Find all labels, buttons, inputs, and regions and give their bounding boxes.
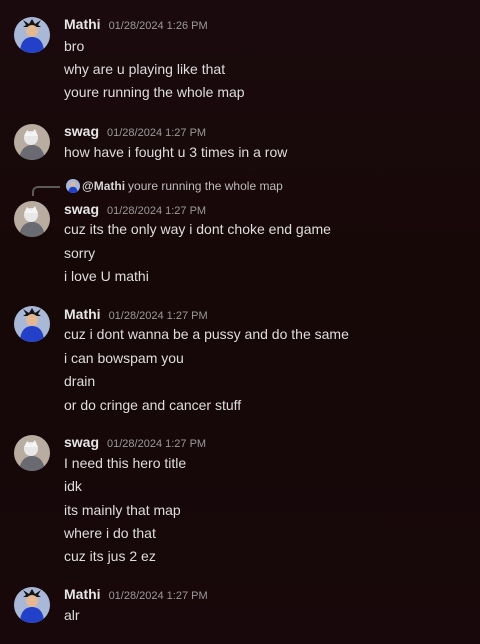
reply-mention[interactable]: @Mathi [82, 179, 125, 193]
reply-text: youre running the whole map [128, 179, 283, 193]
message-text: idk [64, 478, 82, 494]
timestamp: 01/28/2024 1:27 PM [108, 590, 208, 602]
timestamp: 01/28/2024 1:27 PM [108, 310, 208, 322]
username[interactable]: swag [64, 123, 99, 139]
timestamp: 01/28/2024 1:27 PM [107, 438, 207, 450]
message-text: cuz its jus 2 ez [64, 548, 156, 564]
message-text: alr [64, 607, 80, 623]
timestamp: 01/28/2024 1:26 PM [108, 20, 208, 32]
message-text: drain [64, 373, 96, 389]
avatar[interactable] [14, 435, 50, 471]
message-text: cuz i dont wanna be a pussy and do the s… [64, 326, 349, 342]
username[interactable]: Mathi [64, 306, 101, 322]
message-text: how have i fought u 3 times in a row [64, 144, 288, 160]
reply-preview[interactable]: @Mathi youre running the whole map [66, 179, 283, 193]
swag-avatar-icon [14, 201, 50, 237]
avatar[interactable] [14, 201, 50, 237]
swag-avatar-icon [14, 124, 50, 160]
mathi-avatar-icon [14, 587, 50, 623]
avatar[interactable] [14, 124, 50, 160]
avatar[interactable] [14, 306, 50, 342]
username[interactable]: Mathi [64, 16, 101, 32]
message-text: i love U mathi [64, 268, 149, 284]
message-text: where i do that [64, 525, 156, 541]
message-text: i can bowspam you [64, 350, 184, 366]
message-text: sorry [64, 245, 96, 261]
message-text: why are u playing like that [64, 61, 226, 77]
message-text: youre running the whole map [64, 84, 245, 100]
username[interactable]: Mathi [64, 586, 101, 602]
swag-avatar-icon [14, 435, 50, 471]
timestamp: 01/28/2024 1:27 PM [107, 127, 207, 139]
reply-connector [32, 186, 60, 196]
message-text: its mainly that map [64, 502, 181, 518]
mathi-avatar-icon [14, 17, 50, 53]
mathi-avatar-icon [14, 306, 50, 342]
message-text: bro [64, 38, 85, 54]
message-text: I need this hero title [64, 455, 187, 471]
avatar[interactable] [14, 587, 50, 623]
message-text: or do cringe and cancer stuff [64, 397, 242, 413]
username[interactable]: swag [64, 434, 99, 450]
timestamp: 01/28/2024 1:27 PM [107, 205, 207, 217]
message-text: cuz its the only way i dont choke end ga… [64, 221, 331, 237]
avatar[interactable] [14, 17, 50, 53]
username[interactable]: swag [64, 201, 99, 217]
mathi-avatar-icon [66, 179, 80, 193]
